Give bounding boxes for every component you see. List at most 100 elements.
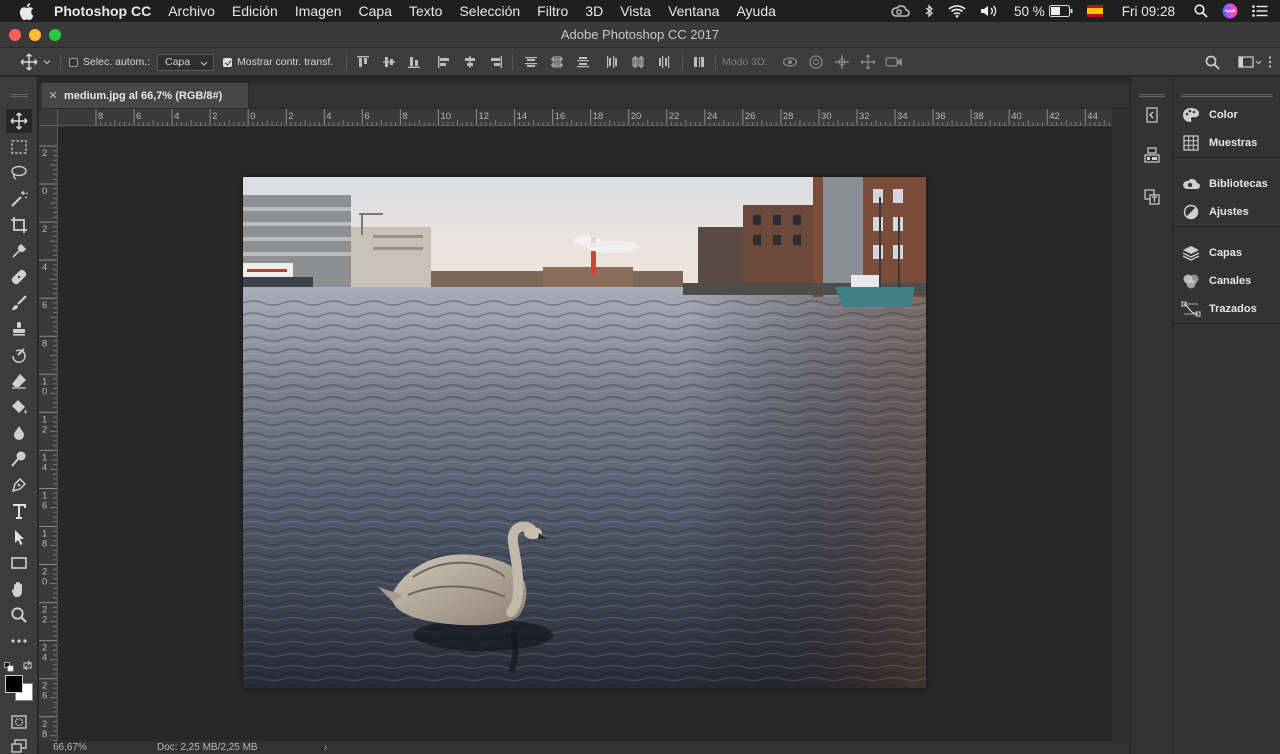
vertical-ruler[interactable]: 20246810121416182022242628 [39,126,58,741]
menu-filtro[interactable]: Filtro [529,0,577,22]
zoom-tool[interactable] [6,603,32,627]
healing-brush-tool[interactable] [6,265,32,289]
document-tab[interactable]: ✕ medium.jpg al 66,7% (RGB/8#) [42,83,249,108]
distribute-left-button[interactable] [603,53,621,71]
panel-libraries-button[interactable]: Bibliotecas [1173,170,1280,198]
siri-icon[interactable] [1222,3,1238,19]
align-right-edges-button[interactable] [487,53,505,71]
document-canvas-image[interactable] [243,177,926,688]
type-tool[interactable] [6,499,32,523]
pen-tool[interactable] [6,473,32,497]
zoom-level[interactable]: 66,67% [53,742,87,753]
menu-archivo[interactable]: Archivo [160,0,224,22]
eraser-tool[interactable] [6,369,32,393]
blur-tool[interactable] [6,421,32,445]
menu-3d[interactable]: 3D [577,0,612,22]
show-transform-checkbox[interactable] [223,57,232,67]
align-horizontal-centers-button[interactable] [461,53,479,71]
distribute-top-button[interactable] [522,53,540,71]
align-left-edges-button[interactable] [435,53,453,71]
roll-3d-button[interactable] [807,53,825,71]
options-more-button[interactable] [1263,53,1277,71]
auto-select-checkbox[interactable] [69,57,78,67]
ruler-origin[interactable] [39,109,58,126]
history-panel-button[interactable] [1141,104,1163,126]
lasso-tool[interactable] [6,161,32,185]
ruler-left-label: 0 [42,386,47,397]
orbit-3d-button[interactable] [781,53,799,71]
distribute-vcenter-button[interactable] [548,53,566,71]
panel-layers-button[interactable]: Capas [1173,239,1280,267]
path-selection-tool[interactable] [6,525,32,549]
workspace-icon [1238,56,1262,68]
menu-texto[interactable]: Texto [401,0,451,22]
input-source-flag-icon[interactable] [1086,5,1103,17]
edit-toolbar-button[interactable] [6,629,32,653]
move-tool-preset-button[interactable] [20,48,52,76]
menu-ventana[interactable]: Ventana [660,0,728,22]
vertical-dots-icon [1268,56,1272,68]
wifi-icon[interactable] [948,4,966,18]
workspace-switcher-button[interactable] [1237,53,1263,71]
menu-imagen[interactable]: Imagen [286,0,350,22]
status-menu-chevron-icon[interactable]: › [324,742,327,753]
magic-wand-tool[interactable] [6,187,32,211]
panel-channels-button[interactable]: Canales [1173,267,1280,295]
auto-select-target-dropdown[interactable]: Capa [157,53,214,71]
rectangular-marquee-tool[interactable] [6,135,32,159]
foreground-color-swatch[interactable] [5,675,23,693]
scale-3d-button[interactable] [885,53,903,71]
align-top-edges-button[interactable] [354,53,372,71]
character-panel-button[interactable] [1141,186,1163,208]
history-brush-tool[interactable] [6,343,32,367]
paint-bucket-tool[interactable] [6,395,32,419]
quick-mask-button[interactable] [6,710,32,734]
distribute-right-button[interactable] [655,53,673,71]
paths-icon [1181,301,1201,317]
close-document-tab-icon[interactable]: ✕ [42,89,64,102]
swap-colors-icon[interactable] [22,658,33,676]
distribute-bottom-button[interactable] [574,53,592,71]
menu-edicion[interactable]: Edición [223,0,286,22]
canvas-vertical-scrollbar[interactable] [1112,109,1130,741]
panel-color-button[interactable]: Color [1173,101,1280,129]
clone-stamp-tool[interactable] [6,317,32,341]
auto-align-layers-button[interactable] [690,53,708,71]
align-vertical-centers-button[interactable] [380,53,398,71]
move-tool[interactable] [6,109,32,133]
eyedropper-tool[interactable] [6,239,32,263]
horizontal-ruler[interactable]: 8 6 4 2 0 2 4 6 8 10 12 14 16 18 20 22 24 26 28 30 32 34 36 38 4… [58,109,1112,126]
search-button[interactable] [1203,53,1221,71]
dodge-tool[interactable] [6,447,32,471]
menu-app-name[interactable]: Photoshop CC [52,0,160,22]
menu-vista[interactable]: Vista [612,0,660,22]
menubar-clock[interactable]: Fri 09:28 [1122,4,1175,19]
panel-swatches-button[interactable]: Muestras [1173,129,1280,157]
distribute-hcenter-button[interactable] [629,53,647,71]
bluetooth-icon[interactable] [924,4,934,18]
rectangle-tool[interactable] [6,551,32,575]
properties-panel-button[interactable] [1141,144,1163,166]
drop-icon [14,426,24,440]
panel-paths-button[interactable]: Trazados [1173,295,1280,323]
notification-center-icon[interactable] [1252,5,1268,17]
panel-adjustments-button[interactable]: Ajustes [1173,198,1280,226]
align-vcenter-icon [383,57,395,67]
volume-icon[interactable] [980,4,1000,18]
align-bottom-edges-button[interactable] [405,53,423,71]
ruler-top-label: 30 [821,111,832,122]
align-left-icon [438,56,449,68]
battery-indicator[interactable]: 50 % [1014,4,1073,19]
screen-mode-button[interactable] [6,734,32,754]
hand-tool[interactable] [6,577,32,601]
creative-cloud-icon[interactable] [890,4,910,18]
crop-tool[interactable] [6,213,32,237]
pan-3d-button[interactable] [833,53,851,71]
menu-capa[interactable]: Capa [350,0,400,22]
brush-tool[interactable] [6,291,32,315]
apple-menu-icon[interactable] [0,2,52,20]
slide-3d-button[interactable] [859,53,877,71]
menu-ayuda[interactable]: Ayuda [728,0,784,22]
menu-seleccion[interactable]: Selección [451,0,529,22]
spotlight-search-icon[interactable] [1194,4,1208,18]
